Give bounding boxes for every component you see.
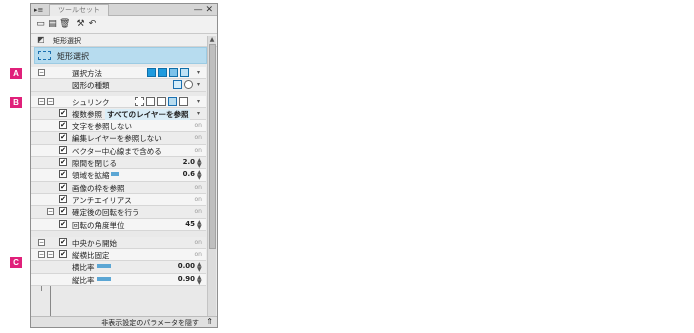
list-item: 縦比率 0.90 ▲ ▼ bbox=[31, 273, 206, 287]
select-subtract-icon[interactable] bbox=[169, 68, 178, 77]
shrink-off-icon[interactable] bbox=[135, 96, 144, 106]
list-item: − 選択方法 ▾ bbox=[31, 67, 206, 80]
expand-toggle[interactable]: − bbox=[38, 97, 45, 105]
vertical-scrollbar[interactable]: ▲ ▼ bbox=[207, 36, 216, 326]
subtool-header: ◩ 矩形選択 bbox=[31, 34, 217, 47]
list-item: − ✔ 確定後の回転を行う on bbox=[31, 206, 206, 219]
expand-toggle[interactable]: − bbox=[38, 238, 45, 246]
select-add-icon[interactable] bbox=[158, 68, 167, 77]
scroll-thumb[interactable] bbox=[209, 44, 216, 249]
current-tool[interactable]: 矩形選択 bbox=[34, 47, 207, 64]
checkbox[interactable]: ✔ bbox=[59, 133, 67, 142]
list-item: ✔ 複数参照 すべてのレイヤーを参照 ▾ bbox=[31, 107, 206, 121]
list-item: 図形の種類 ▾ bbox=[31, 79, 206, 92]
list-item: 横比率 0.00 ▲ ▼ bbox=[31, 261, 206, 274]
list-item: ✔ 回転の角度単位 45 ▲ ▼ bbox=[31, 218, 206, 231]
checkbox[interactable]: ✔ bbox=[59, 182, 67, 191]
spinner-arrows-icon[interactable]: ▲ ▼ bbox=[197, 274, 204, 285]
expand-toggle[interactable]: − bbox=[47, 97, 54, 105]
list-item: ✔ ベクター中心線まで含める on bbox=[31, 144, 206, 158]
current-tool-label: 矩形選択 bbox=[57, 52, 89, 61]
checkbox[interactable]: ✔ bbox=[59, 170, 67, 179]
checkbox[interactable]: ✔ bbox=[59, 219, 67, 228]
ellipse-shape-icon[interactable] bbox=[184, 80, 193, 90]
panel-window-buttons[interactable]: — ✕ bbox=[194, 4, 213, 16]
scroll-up-icon[interactable]: ▲ bbox=[208, 36, 216, 43]
spinner-arrows-icon[interactable]: ▲ ▼ bbox=[197, 262, 204, 273]
panel-titlebar: ▸≡ ツールセット — ✕ bbox=[31, 4, 217, 16]
checkbox[interactable]: ✔ bbox=[59, 237, 67, 246]
rectangle-shape-icon[interactable] bbox=[173, 80, 182, 90]
hide-params-label[interactable]: 非表示設定のパラメータを隠す bbox=[101, 318, 199, 328]
value-slider[interactable] bbox=[97, 264, 111, 269]
list-item: ✔ アンチエイリアス on bbox=[31, 193, 206, 207]
collapse-icon[interactable]: ⇑ bbox=[206, 317, 213, 326]
select-intersect-icon[interactable] bbox=[180, 68, 189, 77]
list-item: ✔ 領域を拡縮 0.6 ▲ ▼ bbox=[31, 169, 206, 182]
trash-icon[interactable]: 🗑 bbox=[59, 19, 70, 30]
spinner-arrows-icon[interactable]: ▲ ▼ bbox=[197, 158, 204, 169]
panel-menu-icon[interactable]: ▸≡ bbox=[34, 6, 46, 14]
checkbox[interactable]: ✔ bbox=[59, 158, 67, 167]
chevron-down-icon[interactable]: ▾ bbox=[197, 110, 204, 116]
chevron-down-icon[interactable]: ▾ bbox=[197, 70, 204, 76]
shrink-area-icon[interactable] bbox=[157, 96, 166, 106]
wrench-icon[interactable]: ⚒ bbox=[75, 19, 86, 30]
checkbox[interactable]: ✔ bbox=[59, 194, 67, 203]
subtool-label: 矩形選択 bbox=[53, 37, 81, 45]
list-item: ✔ 文字を参照しない on bbox=[31, 120, 206, 133]
tool-property-panel: ▸≡ ツールセット — ✕ ▭ ▤ 🗑 ⚒ ↶ ◩ 矩形選択 矩形選択 − 選択… bbox=[30, 3, 218, 328]
expand-toggle[interactable]: − bbox=[38, 69, 45, 76]
value-slider[interactable] bbox=[111, 172, 119, 177]
expand-toggle[interactable]: − bbox=[38, 251, 45, 259]
tab-toolset[interactable]: ツールセット bbox=[49, 4, 109, 16]
list-item: ✔ 画像の枠を参照 on bbox=[31, 181, 206, 194]
panel-footer: 非表示設定のパラメータを隠す ⇑ bbox=[31, 316, 217, 327]
shrink-color-icon[interactable] bbox=[146, 96, 155, 106]
selection-icon: ◩ bbox=[37, 35, 45, 44]
callout-b: B bbox=[10, 97, 22, 108]
checkbox[interactable]: ✔ bbox=[59, 108, 67, 117]
expand-toggle[interactable]: − bbox=[47, 208, 54, 216]
shrink-alpha-icon[interactable] bbox=[179, 96, 188, 106]
list-item: ✔ 隙間を閉じる 2.0 ▲ ▼ bbox=[31, 157, 206, 170]
panel-toolbar: ▭ ▤ 🗑 ⚒ ↶ bbox=[31, 16, 217, 34]
property-list: − 選択方法 ▾ 図形の種類 ▾ − − シュリンク ▾ ✔ 複数参照 すべての… bbox=[31, 67, 206, 287]
checkbox[interactable]: ✔ bbox=[59, 121, 67, 130]
list-item: − ✔ 中央から開始 on bbox=[31, 236, 206, 250]
folder-icon[interactable]: ▤ bbox=[47, 19, 58, 30]
spinner-arrows-icon[interactable]: ▲ ▼ bbox=[197, 219, 204, 230]
rect-select-icon bbox=[38, 51, 51, 60]
chevron-down-icon[interactable]: ▾ bbox=[197, 82, 204, 88]
value-slider[interactable] bbox=[97, 276, 111, 281]
checkbox[interactable]: ✔ bbox=[59, 250, 67, 259]
new-icon[interactable]: ▭ bbox=[35, 19, 46, 30]
callout-a: A bbox=[10, 68, 22, 79]
reference-dropdown[interactable]: すべてのレイヤーを参照 bbox=[105, 108, 191, 120]
expand-toggle[interactable]: − bbox=[47, 251, 54, 259]
list-item: ✔ 編集レイヤーを参照しない on bbox=[31, 132, 206, 145]
spinner-arrows-icon[interactable]: ▲ ▼ bbox=[197, 170, 204, 181]
reset-icon[interactable]: ↶ bbox=[87, 19, 98, 30]
chevron-down-icon[interactable]: ▾ bbox=[197, 98, 204, 104]
checkbox[interactable]: ✔ bbox=[59, 145, 67, 154]
checkbox[interactable]: ✔ bbox=[59, 207, 67, 216]
callout-c: C bbox=[10, 257, 22, 268]
list-item: − − シュリンク ▾ bbox=[31, 95, 206, 108]
select-new-icon[interactable] bbox=[147, 68, 156, 77]
list-item: − − ✔ 縦横比固定 on bbox=[31, 249, 206, 262]
shrink-line-icon[interactable] bbox=[168, 96, 177, 106]
